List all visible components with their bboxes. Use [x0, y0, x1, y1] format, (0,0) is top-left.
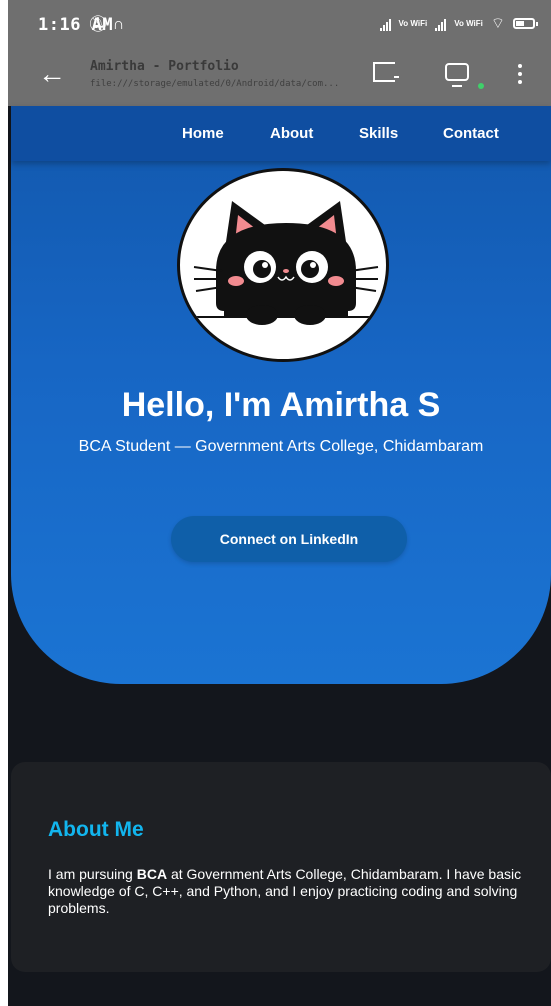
cast-screen-icon[interactable] — [445, 63, 469, 87]
open-in-app-icon[interactable] — [373, 62, 399, 82]
about-text-start: I am pursuing — [48, 866, 137, 882]
hero-section: Home About Skills Contact Hello, I'm Ami… — [11, 106, 551, 684]
vowifi-label: Vo WiFi — [454, 18, 483, 28]
nav-contact-link[interactable]: Contact — [443, 125, 499, 142]
about-section: About Me I am pursuing BCA at Government… — [11, 762, 551, 972]
vowifi-label: Vo WiFi — [398, 18, 428, 28]
battery-icon — [513, 18, 538, 29]
hero-subtitle: BCA Student — Government Arts College, C… — [78, 438, 484, 455]
mute-icon: 🔕︎ — [88, 16, 109, 33]
back-arrow-icon[interactable]: ← — [38, 58, 66, 90]
profile-avatar — [177, 168, 389, 362]
page-title: Amirtha - Portfolio — [90, 59, 239, 74]
about-text-bold: BCA — [136, 866, 168, 882]
nav-home-link[interactable]: Home — [182, 125, 224, 142]
nav-skills-link[interactable]: Skills — [359, 125, 398, 142]
signal-icon — [435, 17, 447, 31]
browser-toolbar: ← Amirtha - Portfolio file:///storage/em… — [8, 50, 551, 106]
about-heading: About Me — [48, 818, 144, 841]
hero-title: Hello, I'm Amirtha S — [121, 386, 441, 424]
active-indicator-dot — [478, 83, 484, 89]
status-left-icons: 🔕︎ ∩ — [88, 14, 124, 34]
navbar: Home About Skills Contact — [11, 106, 551, 161]
cat-illustration — [190, 201, 382, 325]
status-right-icons: Vo WiFi Vo WiFi ⌔ — [379, 14, 538, 33]
linkedin-button[interactable]: Connect on LinkedIn — [171, 516, 407, 562]
wifi-icon: ⌔ — [490, 15, 505, 32]
status-bar: 1:16 AM 🔕︎ ∩ Vo WiFi Vo WiFi ⌔ — [8, 0, 551, 50]
nav-about-link[interactable]: About — [270, 125, 313, 142]
page-url: file:///storage/emulated/0/Android/data/… — [90, 79, 340, 89]
about-text: I am pursuing BCA at Government Arts Col… — [48, 866, 543, 917]
phone-screen: 1:16 AM 🔕︎ ∩ Vo WiFi Vo WiFi ⌔ ← Amirtha… — [8, 0, 551, 1006]
signal-icon — [379, 17, 391, 31]
more-menu-icon[interactable] — [518, 64, 522, 84]
headset-icon: ∩ — [112, 16, 125, 33]
